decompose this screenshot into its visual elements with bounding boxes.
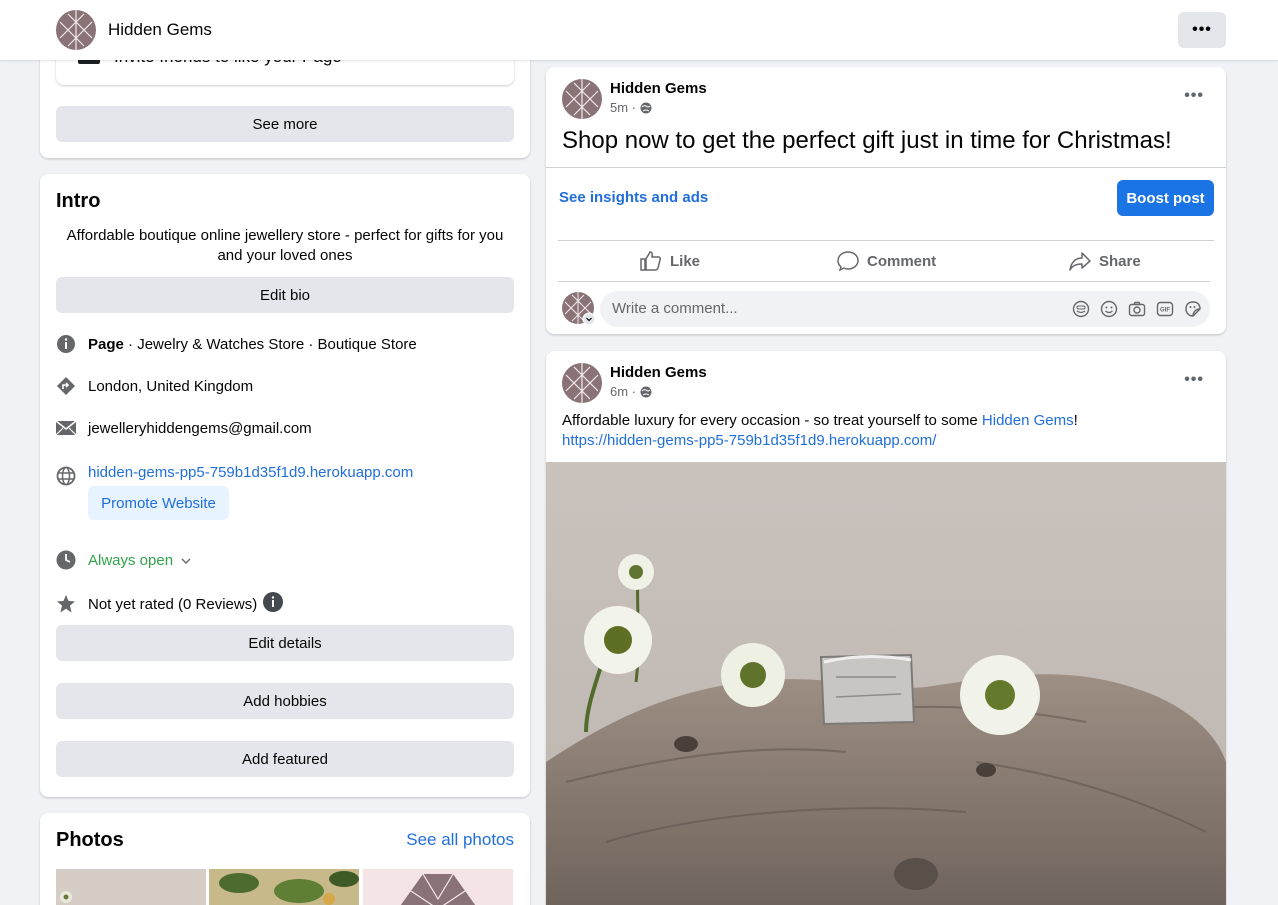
intro-card: Intro Affordable boutique online jewelle… [40,174,530,797]
more-icon: ••• [1192,21,1212,38]
globe-icon [56,466,76,486]
globe-icon [640,102,652,113]
hours-row: Always open [56,550,191,570]
post-options-icon[interactable]: ••• [1184,371,1204,389]
page-avatar[interactable] [56,10,96,50]
comment-button[interactable]: Comment [837,251,936,271]
commenter-avatar[interactable] [562,292,596,326]
author-avatar[interactable] [562,79,602,119]
comment-label: Comment [867,252,937,270]
directions-icon [56,376,76,396]
rating-text: Not yet rated (0 Reviews) [88,595,258,613]
rating-info-icon[interactable] [263,592,284,616]
globe-icon [640,386,652,397]
page-label: Page [88,335,124,353]
mail-icon [56,418,76,438]
edit-bio-button[interactable]: Edit bio [56,277,514,313]
divider [558,281,1210,282]
see-more-button[interactable]: See more [56,106,514,142]
intro-title: Intro [56,190,101,212]
page-mention-link[interactable]: Hidden Gems [982,412,1074,429]
share-button[interactable]: Share [1069,251,1141,271]
see-insights-link[interactable]: See insights and ads [559,189,708,206]
photos-card: Photos See all photos [40,813,530,905]
hours-text[interactable]: Always open [88,552,173,569]
location-text: London, United Kingdom [88,377,254,395]
jewellery-photo [546,462,1226,905]
comment-icon [837,251,859,271]
post-text: Shop now to get the perfect gift just in… [562,127,1172,154]
post-card: Hidden Gems 5m · ••• Shop now to get the… [546,67,1226,334]
promote-website-button[interactable]: Promote Website [88,486,229,520]
page-header: Hidden Gems ••• [0,0,1278,60]
categories-text: · Jewelry & Watches Store · Boutique Sto… [123,335,417,353]
email-text[interactable]: jewelleryhiddengems@gmail.com [88,420,312,437]
edit-details-button[interactable]: Edit details [56,625,514,661]
post-text-after: ! [1073,412,1078,429]
rating-row: Not yet rated (0 Reviews) [56,592,284,616]
like-button[interactable]: Like [640,251,700,271]
email-row: jewelleryhiddengems@gmail.com [56,418,312,438]
add-featured-button[interactable]: Add featured [56,741,514,777]
camera-icon[interactable] [1128,300,1146,318]
add-hobbies-button[interactable]: Add hobbies [56,683,514,719]
photo-thumbnail[interactable] [363,869,513,905]
post-text: Affordable luxury for every occasion - s… [562,411,1202,451]
emoji-icon[interactable] [1100,300,1118,318]
post-options-icon[interactable]: ••• [1184,87,1204,105]
post-card: Hidden Gems 6m · ••• Affordable luxury f… [546,351,1226,905]
post-time[interactable]: 5m · [610,100,636,115]
website-link[interactable]: hidden-gems-pp5-759b1d35f1d9.herokuapp.c… [88,464,413,481]
avatar-sticker-icon[interactable] [1072,300,1090,318]
clock-icon [56,550,76,570]
divider [546,167,1226,168]
svg-text:GIF: GIF [1160,308,1170,314]
post-url-link[interactable]: https://hidden-gems-pp5-759b1d35f1d9.her… [562,432,936,449]
post-time[interactable]: 6m · [610,384,636,399]
page-name[interactable]: Hidden Gems [108,20,212,40]
gif-icon[interactable]: GIF [1156,300,1174,318]
location-row: London, United Kingdom [56,376,253,396]
photo-thumbnail[interactable] [56,869,206,905]
comment-placeholder: Write a comment... [612,300,738,317]
star-icon [56,594,76,614]
chevron-down-icon[interactable] [181,552,191,569]
post-meta: 5m · [610,100,652,115]
bio-text: Affordable boutique online jewellery sto… [66,227,504,264]
boost-post-button[interactable]: Boost post [1117,180,1214,216]
page-category-row: Page · Jewelry & Watches Store · Boutiqu… [56,334,417,354]
author-avatar[interactable] [562,363,602,403]
see-all-photos-link[interactable]: See all photos [406,830,514,850]
divider [558,240,1214,241]
post-meta: 6m · [610,384,652,399]
sticker-icon[interactable] [1184,300,1202,318]
comment-input[interactable]: Write a comment... GIF [600,291,1210,327]
like-label: Like [670,252,701,270]
post-photo[interactable] [546,462,1226,905]
thumbs-up-icon [640,251,662,271]
share-label: Share [1099,252,1141,270]
post-author[interactable]: Hidden Gems [610,364,707,381]
photo-thumbnail[interactable] [209,869,359,905]
share-icon [1069,252,1091,271]
website-row: hidden-gems-pp5-759b1d35f1d9.herokuapp.c… [56,458,413,486]
post-text-before: Affordable luxury for every occasion - s… [562,412,982,429]
post-author[interactable]: Hidden Gems [610,80,707,97]
more-options-button[interactable]: ••• [1178,12,1226,48]
info-icon [56,334,76,354]
photos-title: Photos [56,829,124,851]
